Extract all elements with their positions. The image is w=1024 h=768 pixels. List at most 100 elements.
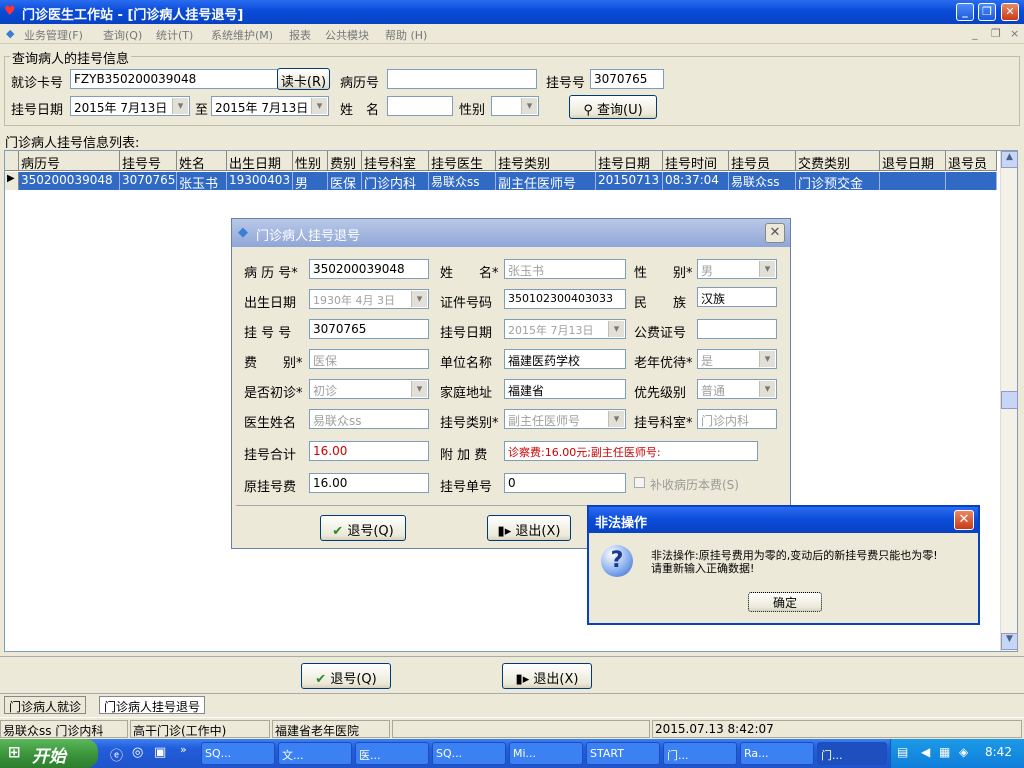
- table-header[interactable]: 退号员: [946, 151, 997, 171]
- mdi-minimize-icon[interactable]: _: [972, 27, 978, 40]
- desktop-icon[interactable]: ▣: [154, 745, 166, 760]
- scroll-down-icon[interactable]: ▼: [1001, 633, 1018, 650]
- tab-patient-visit[interactable]: 门诊病人就诊: [4, 696, 87, 714]
- gender-select[interactable]: [491, 96, 539, 116]
- dlg-id-input[interactable]: 350102300403033: [504, 289, 626, 309]
- scroll-up-icon[interactable]: ▲: [1001, 151, 1018, 168]
- table-cell[interactable]: 易联众ss: [729, 172, 796, 190]
- dlg-doctor-input[interactable]: 易联众ss: [309, 409, 429, 429]
- table-header[interactable]: 挂号日期: [596, 151, 663, 171]
- menu-system[interactable]: 系统维护(M): [211, 27, 273, 43]
- task-item[interactable]: 医...: [355, 742, 429, 765]
- menu-business[interactable]: 业务管理(F): [24, 27, 83, 43]
- mdi-restore-icon[interactable]: ❐: [991, 27, 1001, 40]
- dialog-close-icon[interactable]: ✕: [765, 223, 785, 243]
- keyboard-icon[interactable]: ▤: [897, 745, 908, 759]
- menu-help[interactable]: 帮助 (H): [385, 27, 427, 43]
- task-item[interactable]: 文...: [278, 742, 352, 765]
- dlg-regslip-input[interactable]: 0: [504, 473, 626, 493]
- table-header[interactable]: 姓名: [177, 151, 227, 171]
- table-header[interactable]: 挂号类别: [496, 151, 596, 171]
- read-card-button[interactable]: 读卡(R): [277, 68, 330, 90]
- dlg-elder-select[interactable]: 是: [697, 349, 777, 369]
- reg-no-input[interactable]: 3070765: [590, 69, 664, 89]
- minimize-button[interactable]: _: [956, 3, 974, 21]
- scroll-thumb[interactable]: [1001, 391, 1018, 409]
- dlg-feetype-input[interactable]: 医保: [309, 349, 429, 369]
- table-header[interactable]: 挂号时间: [663, 151, 729, 171]
- task-item[interactable]: SQ...: [432, 742, 506, 765]
- dlg-extra-input[interactable]: 诊察费:16.00元;副主任医师号:: [504, 441, 758, 461]
- table-cell[interactable]: 20150713: [596, 172, 663, 190]
- table-cell[interactable]: 门诊内科: [362, 172, 429, 190]
- dlg-ethnic-input[interactable]: 汉族: [697, 287, 777, 307]
- dlg-record-input[interactable]: 350200039048: [309, 259, 429, 279]
- task-item[interactable]: Ra...: [740, 742, 814, 765]
- error-close-icon[interactable]: ✕: [954, 510, 974, 530]
- dlg-total-input[interactable]: 16.00: [309, 441, 429, 461]
- dlg-regno-input[interactable]: 3070765: [309, 319, 429, 339]
- dlg-name-input[interactable]: 张玉书: [504, 259, 626, 279]
- ie-icon[interactable]: ⓔ: [110, 745, 123, 764]
- return-button[interactable]: ✔ 退号(Q): [301, 663, 391, 689]
- table-cell[interactable]: 男: [293, 172, 328, 190]
- mdi-close-icon[interactable]: ×: [1010, 27, 1019, 40]
- table-header[interactable]: 挂号医生: [429, 151, 496, 171]
- table-cell[interactable]: 3070765: [120, 172, 177, 190]
- dlg-gender-select[interactable]: 男: [697, 259, 777, 279]
- dialog-exit-button[interactable]: ▮▸ 退出(X): [487, 515, 571, 541]
- dlg-birth-picker[interactable]: 1930年 4月 3日: [309, 289, 429, 309]
- start-button[interactable]: ⊞ 开始: [0, 739, 98, 768]
- task-item[interactable]: START: [586, 742, 660, 765]
- table-cell[interactable]: [946, 172, 997, 190]
- volume-icon[interactable]: ◈: [959, 745, 968, 759]
- exit-button[interactable]: ▮▸ 退出(X): [502, 663, 592, 689]
- table-cell[interactable]: 19300403: [227, 172, 293, 190]
- quicklaunch-more-icon[interactable]: »: [180, 743, 187, 756]
- ok-button[interactable]: 确定: [748, 592, 822, 612]
- dialog-return-button[interactable]: ✔ 退号(Q): [320, 515, 406, 541]
- table-header[interactable]: 病历号: [19, 151, 120, 171]
- menu-report[interactable]: 报表: [289, 27, 311, 43]
- card-input[interactable]: FZYB350200039048: [70, 69, 278, 89]
- menu-stats[interactable]: 统计(T): [156, 27, 193, 43]
- network-icon[interactable]: ▦: [939, 745, 950, 759]
- table-cell[interactable]: 医保: [328, 172, 362, 190]
- vertical-scrollbar[interactable]: ▲ ▼: [1000, 151, 1018, 651]
- dlg-firstvisit-select[interactable]: 初诊: [309, 379, 429, 399]
- task-item-active[interactable]: 门...: [817, 742, 887, 765]
- dlg-pubfee-input[interactable]: [697, 319, 777, 339]
- menu-common[interactable]: 公共模块: [325, 27, 369, 43]
- name-input[interactable]: [387, 96, 453, 116]
- table-header[interactable]: 挂号号: [120, 151, 177, 171]
- table-cell[interactable]: 门诊预交金: [796, 172, 880, 190]
- table-header[interactable]: 退号日期: [880, 151, 946, 171]
- dlg-regdept-input[interactable]: 门诊内科: [697, 409, 777, 429]
- dlg-priority-select[interactable]: 普通: [697, 379, 777, 399]
- close-button[interactable]: ✕: [1001, 3, 1019, 21]
- table-cell[interactable]: 副主任医师号: [496, 172, 596, 190]
- task-item[interactable]: 门...: [663, 742, 737, 765]
- table-header[interactable]: 费别: [328, 151, 362, 171]
- table-cell[interactable]: 350200039048: [19, 172, 120, 190]
- dlg-regdate-picker[interactable]: 2015年 7月13日: [504, 319, 626, 339]
- table-header[interactable]: 交费类别: [796, 151, 880, 171]
- table-header[interactable]: 出生日期: [227, 151, 293, 171]
- table-header[interactable]: 挂号员: [729, 151, 796, 171]
- table-header[interactable]: 性别: [293, 151, 328, 171]
- date-to-picker[interactable]: 2015年 7月13日: [211, 96, 329, 116]
- dlg-origfee-input[interactable]: 16.00: [309, 473, 429, 493]
- dlg-address-input[interactable]: 福建省: [504, 379, 626, 399]
- table-cell[interactable]: 08:37:04: [663, 172, 729, 190]
- supplement-checkbox[interactable]: [634, 477, 645, 488]
- tab-return-registration[interactable]: 门诊病人挂号退号: [99, 696, 206, 714]
- table-cell[interactable]: 易联众ss: [429, 172, 496, 190]
- table-cell[interactable]: 张玉书: [177, 172, 227, 190]
- menu-query[interactable]: 查询(Q): [103, 27, 142, 43]
- table-header[interactable]: 挂号科室: [362, 151, 429, 171]
- browser-icon[interactable]: ◎: [132, 745, 143, 760]
- search-button[interactable]: ⚲ 查询(U): [569, 95, 657, 119]
- task-item[interactable]: SQ...: [201, 742, 275, 765]
- dlg-unit-input[interactable]: 福建医药学校: [504, 349, 626, 369]
- tray-expand-icon[interactable]: ◀: [921, 745, 930, 759]
